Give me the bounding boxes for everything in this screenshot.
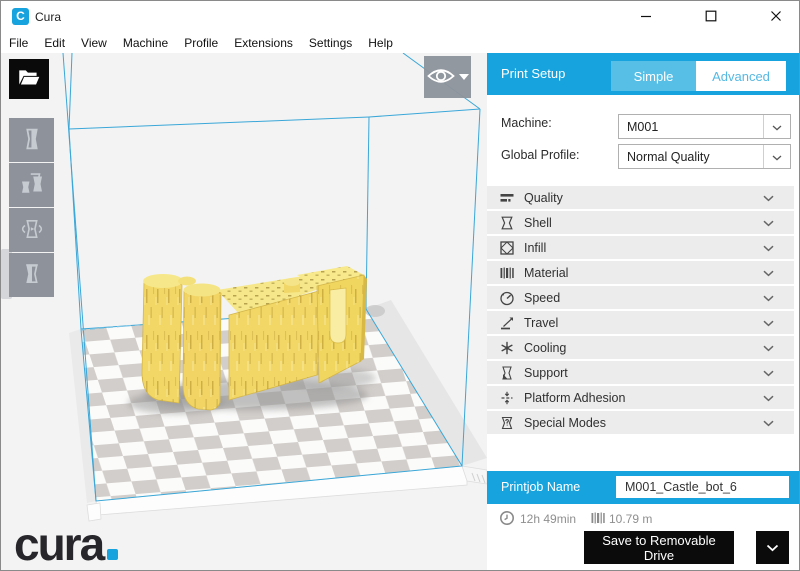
- clock-icon: [499, 510, 515, 526]
- section-row-material[interactable]: Material: [487, 261, 794, 284]
- chevron-down-icon: [763, 289, 774, 307]
- mirror-tool-icon: [18, 260, 46, 291]
- global-profile-select[interactable]: Normal Quality: [618, 144, 791, 169]
- section-row-infill[interactable]: Infill: [487, 236, 794, 259]
- section-row-support[interactable]: Support: [487, 361, 794, 384]
- material-length-icon: [590, 510, 606, 526]
- settings-sections: Quality Shell Infill Material: [487, 186, 794, 436]
- print-time: 12h 49min: [520, 507, 576, 531]
- cura-logo: cura: [14, 521, 118, 567]
- chevron-down-icon: [763, 339, 774, 357]
- menu-item-help[interactable]: Help: [368, 36, 393, 50]
- maximize-button[interactable]: [698, 5, 724, 29]
- build-plate-scene: [1, 53, 487, 571]
- section-row-travel[interactable]: Travel: [487, 311, 794, 334]
- chevron-down-icon: [763, 214, 774, 232]
- chevron-down-icon: [763, 264, 774, 282]
- tool-button-scale[interactable]: [9, 163, 54, 207]
- menu-item-extensions[interactable]: Extensions: [234, 36, 293, 50]
- minimize-icon: [640, 10, 652, 25]
- section-row-platform-adhesion[interactable]: Platform Adhesion: [487, 386, 794, 409]
- travel-icon: [498, 314, 515, 331]
- tool-bar: [9, 118, 54, 298]
- menu-item-profile[interactable]: Profile: [184, 36, 218, 50]
- advanced-tab[interactable]: Advanced: [696, 61, 786, 91]
- simple-tab[interactable]: Simple: [611, 61, 696, 91]
- chevron-down-icon: [763, 364, 774, 382]
- tool-button-move[interactable]: [9, 118, 54, 162]
- print-setup-header: Print Setup Simple Advanced: [487, 53, 800, 95]
- section-row-shell[interactable]: Shell: [487, 211, 794, 234]
- chevron-down-icon: [766, 540, 779, 555]
- chevron-down-icon: [459, 74, 469, 80]
- menu-item-settings[interactable]: Settings: [309, 36, 352, 50]
- tool-button-rotate[interactable]: [9, 208, 54, 252]
- menu-bar: File Edit View Machine Profile Extension…: [1, 33, 799, 53]
- section-row-cooling[interactable]: Cooling: [487, 336, 794, 359]
- tool-button-mirror[interactable]: [9, 253, 54, 297]
- chevron-down-icon: [763, 389, 774, 407]
- menu-item-view[interactable]: View: [81, 36, 107, 50]
- chevron-down-icon: [763, 239, 774, 257]
- printjob-name-label: Printjob Name: [501, 471, 580, 504]
- section-row-quality[interactable]: Quality: [487, 186, 794, 209]
- global-profile-label: Global Profile:: [501, 143, 580, 168]
- speed-icon: [498, 289, 515, 306]
- open-folder-icon: [16, 65, 42, 94]
- printjob-name-input[interactable]: [616, 476, 789, 498]
- app-icon: C: [12, 8, 29, 25]
- close-button[interactable]: [763, 5, 789, 29]
- menu-item-machine[interactable]: Machine: [123, 36, 168, 50]
- material-length: 10.79 m: [609, 507, 652, 531]
- viewport-3d[interactable]: cura: [1, 53, 487, 571]
- support-icon: [498, 364, 515, 381]
- close-icon: [770, 10, 782, 25]
- machine-label: Machine:: [501, 111, 552, 136]
- print-stats: 12h 49min 10.79 m: [487, 507, 800, 531]
- cooling-icon: [498, 339, 515, 356]
- special-modes-icon: [498, 414, 515, 431]
- chevron-down-icon: [763, 314, 774, 332]
- section-row-speed[interactable]: Speed: [487, 286, 794, 309]
- chevron-down-icon: [763, 145, 790, 168]
- cura-window: C Cura File Edit View Machine Profile Ex…: [0, 0, 800, 571]
- chevron-down-icon: [763, 189, 774, 207]
- section-row-special-modes[interactable]: Special Modes: [487, 411, 794, 434]
- adhesion-icon: [498, 389, 515, 406]
- print-setup-panel: Print Setup Simple Advanced Machine: M00…: [487, 53, 800, 571]
- save-to-removable-drive-button[interactable]: Save to Removable Drive: [584, 531, 734, 564]
- material-icon: [498, 264, 515, 281]
- chevron-down-icon: [763, 115, 790, 138]
- menu-item-file[interactable]: File: [9, 36, 28, 50]
- machine-select[interactable]: M001: [618, 114, 791, 139]
- menu-item-edit[interactable]: Edit: [44, 36, 65, 50]
- logo-dot: [107, 549, 118, 560]
- global-profile-value: Normal Quality: [619, 150, 763, 164]
- quality-icon: [498, 189, 515, 206]
- machine-value: M001: [619, 120, 763, 134]
- rotate-tool-icon: [17, 215, 47, 246]
- infill-icon: [498, 239, 515, 256]
- minimize-button[interactable]: [633, 5, 659, 29]
- shell-icon: [498, 214, 515, 231]
- chevron-down-icon: [763, 414, 774, 432]
- title-bar: C Cura: [1, 1, 799, 33]
- maximize-icon: [705, 10, 717, 25]
- print-setup-title: Print Setup: [501, 53, 565, 95]
- window-title: Cura: [35, 1, 61, 33]
- eye-icon: [426, 67, 456, 88]
- scale-tool-icon: [17, 169, 47, 202]
- save-output-dropdown-button[interactable]: [756, 531, 789, 564]
- move-tool-icon: [18, 124, 46, 157]
- view-mode-button[interactable]: [424, 56, 471, 98]
- open-file-button[interactable]: [9, 59, 49, 99]
